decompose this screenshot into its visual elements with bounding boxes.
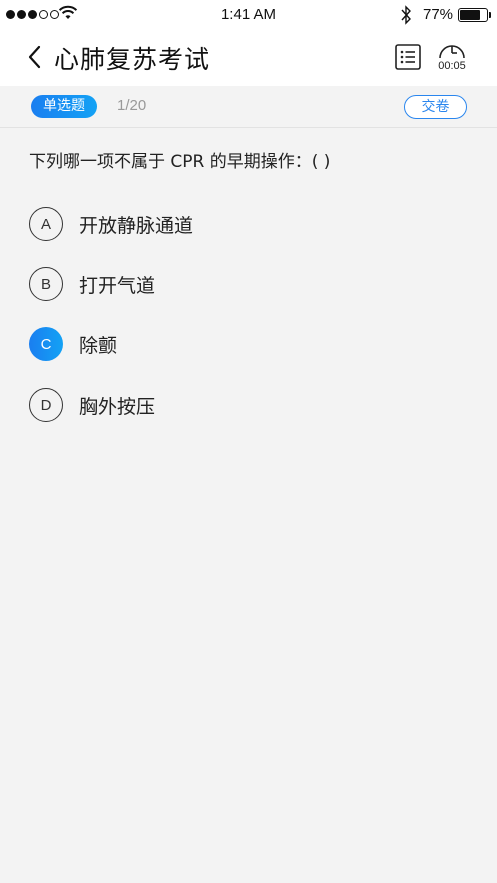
option-c-text: 除颤 bbox=[79, 334, 118, 357]
battery-percent: 77% bbox=[423, 6, 454, 23]
option-a-letter: A bbox=[29, 207, 63, 241]
question-text: 下列哪一项不属于 CPR 的早期操作：( ) bbox=[29, 152, 331, 172]
nav-bar: 心肺复苏考试 00:05 bbox=[0, 30, 497, 86]
option-a[interactable]: A 开放静脉通道 bbox=[29, 206, 193, 242]
bluetooth-icon bbox=[401, 5, 411, 25]
option-c-letter: C bbox=[29, 327, 63, 361]
battery-icon bbox=[458, 8, 488, 22]
option-c[interactable]: C 除颤 bbox=[29, 326, 117, 362]
question-type-badge: 单选题 bbox=[31, 95, 97, 118]
question-progress: 1/20 bbox=[117, 97, 147, 114]
back-button[interactable] bbox=[22, 42, 52, 72]
timer-button[interactable]: 00:05 bbox=[433, 38, 471, 78]
timer-value: 00:05 bbox=[438, 60, 466, 72]
option-b-letter: B bbox=[29, 267, 63, 301]
option-b-text: 打开气道 bbox=[79, 274, 156, 297]
option-d-text: 胸外按压 bbox=[79, 395, 156, 418]
clock-icon bbox=[439, 45, 465, 59]
option-b[interactable]: B 打开气道 bbox=[29, 266, 155, 302]
option-d[interactable]: D 胸外按压 bbox=[29, 387, 155, 423]
option-d-letter: D bbox=[29, 388, 63, 422]
option-a-text: 开放静脉通道 bbox=[79, 214, 194, 237]
answer-sheet-button[interactable] bbox=[393, 42, 423, 72]
page-title: 心肺复苏考试 bbox=[54, 45, 211, 74]
question-info-bar: 单选题 1/20 交卷 bbox=[0, 86, 497, 128]
status-bar: 1:41 AM 77% bbox=[0, 0, 497, 30]
submit-exam-button[interactable]: 交卷 bbox=[404, 95, 467, 119]
